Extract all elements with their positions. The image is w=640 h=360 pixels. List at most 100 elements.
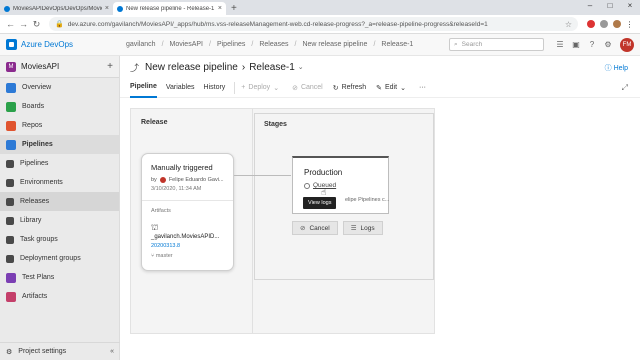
- lock-icon: 🔒: [55, 21, 64, 28]
- plus-icon: +: [241, 84, 246, 91]
- reload-icon[interactable]: ↻: [30, 19, 43, 30]
- sidebar-subitem-task-groups[interactable]: Task groups: [0, 230, 119, 249]
- azure-devops-icon: [6, 39, 17, 50]
- page-title-row: ⤴ New release pipeline › Release-1 ⌄: [120, 56, 640, 78]
- page-title[interactable]: New release pipeline: [145, 62, 238, 73]
- edit-label: Edit: [385, 84, 398, 91]
- user-settings-icon[interactable]: ⚙: [600, 40, 616, 49]
- logs-button[interactable]: ☰ Logs: [342, 221, 383, 235]
- azure-devops-favicon-icon: [4, 5, 10, 12]
- help-link[interactable]: ⓘ Help: [605, 63, 628, 73]
- tab-pipeline[interactable]: Pipeline: [130, 78, 157, 98]
- sidebar-subitem-releases[interactable]: Releases: [0, 192, 119, 211]
- tab-history[interactable]: History: [204, 78, 226, 98]
- minimize-icon[interactable]: –: [580, 0, 600, 13]
- project-settings[interactable]: ⚙ Project settings «: [0, 342, 120, 360]
- sidebar-item-overview[interactable]: Overview: [0, 78, 119, 97]
- sidebar-item-boards[interactable]: Boards: [0, 97, 119, 116]
- browser-tab-release[interactable]: New release pipeline - Release-1 - A ×: [113, 2, 226, 15]
- section-divider: [252, 109, 253, 333]
- bookmark-star-icon[interactable]: ☆: [565, 20, 572, 29]
- sidebar: M MoviesAPI + Overview Boards Repos Pipe…: [0, 56, 120, 360]
- chevron-down-icon: ⌄: [273, 84, 280, 92]
- cancel-release-button[interactable]: ⊘ Cancel: [292, 84, 323, 92]
- breadcrumb-item[interactable]: Pipelines: [217, 41, 245, 48]
- project-selector[interactable]: M MoviesAPI +: [0, 56, 119, 78]
- shopping-bag-icon[interactable]: ▣: [568, 40, 584, 49]
- sidebar-item-label: Environments: [20, 179, 63, 186]
- breadcrumb-item[interactable]: MoviesAPI: [170, 41, 203, 48]
- chevron-down-icon[interactable]: ⌄: [298, 63, 304, 71]
- tab-variables[interactable]: Variables: [166, 78, 195, 98]
- header-icons: ☰ ▣ ? ⚙: [552, 40, 616, 49]
- breadcrumb-item[interactable]: gavilanch: [126, 41, 156, 48]
- avatar[interactable]: FM: [620, 37, 634, 52]
- sidebar-item-label: Pipelines: [22, 141, 53, 148]
- trigger-text: Manually triggered: [151, 163, 213, 172]
- artifact-card[interactable]: Manually triggered by Felipe Eduardo Gav…: [141, 153, 234, 271]
- close-tab-icon[interactable]: ×: [218, 5, 222, 12]
- close-tab-icon[interactable]: ×: [105, 5, 109, 12]
- azure-devops-logo[interactable]: Azure DevOps: [0, 39, 120, 50]
- extension-icon[interactable]: [584, 18, 597, 31]
- add-icon[interactable]: +: [107, 61, 113, 72]
- stage-agent-text: elipe Pipelines c...: [345, 197, 390, 203]
- breadcrumb-item[interactable]: New release pipeline: [302, 41, 367, 48]
- sidebar-item-test-plans[interactable]: Test Plans: [0, 268, 119, 287]
- refresh-button[interactable]: ↻ Refresh: [333, 84, 366, 92]
- stages-section-title: Stages: [264, 121, 287, 128]
- breadcrumb-item[interactable]: Release-1: [381, 41, 413, 48]
- browser-tab-devops[interactable]: MoviesAPIDevOps/DevOps/MoviesAPI.Te ×: [0, 2, 113, 15]
- search-input[interactable]: ⌕ Search: [449, 38, 544, 51]
- edit-button[interactable]: ✎ Edit ⌄: [376, 84, 409, 92]
- search-placeholder: Search: [461, 41, 483, 48]
- logs-icon: ☰: [350, 225, 357, 232]
- close-window-icon[interactable]: ×: [620, 0, 640, 13]
- maximize-icon[interactable]: □: [600, 0, 620, 13]
- sidebar-subitem-deployment-groups[interactable]: Deployment groups: [0, 249, 119, 268]
- forward-icon[interactable]: →: [17, 19, 30, 29]
- build-artifact-icon: ⛫: [151, 223, 159, 232]
- main-content: ⤴ New release pipeline › Release-1 ⌄ ⓘ H…: [120, 56, 640, 360]
- sidebar-item-pipelines[interactable]: Pipelines: [0, 135, 119, 154]
- breadcrumb-separator: /: [161, 41, 164, 48]
- pipeline-icon: [6, 159, 14, 168]
- help-icon[interactable]: ?: [584, 40, 600, 49]
- collapse-sidebar-icon[interactable]: «: [110, 348, 114, 355]
- deploy-button[interactable]: + Deploy ⌄: [241, 84, 282, 92]
- sidebar-item-label: Repos: [22, 122, 43, 129]
- chevron-down-icon: ⌄: [400, 84, 406, 92]
- deployment-groups-icon: [6, 254, 14, 263]
- new-tab-icon[interactable]: +: [231, 3, 237, 14]
- extension-icon[interactable]: [597, 18, 610, 31]
- sidebar-item-repos[interactable]: Repos: [0, 116, 119, 135]
- breadcrumb-separator: /: [251, 41, 254, 48]
- profile-icon[interactable]: [610, 18, 623, 31]
- breadcrumb-item[interactable]: Releases: [259, 41, 288, 48]
- project-badge: M: [6, 61, 16, 72]
- pipeline-canvas: Release Stages Manually triggered by Fel…: [130, 108, 435, 334]
- sidebar-item-label: Boards: [22, 103, 45, 110]
- cancel-stage-button[interactable]: ⊘ Cancel: [292, 221, 338, 235]
- artifact-name[interactable]: _gavilanch.MoviesAPID...: [151, 234, 219, 240]
- search-icon: ⌕: [454, 40, 458, 48]
- more-actions-icon[interactable]: ···: [419, 84, 426, 91]
- fullscreen-icon[interactable]: ⤢: [622, 83, 628, 93]
- menu-icon[interactable]: ⋮: [623, 18, 636, 31]
- list-icon[interactable]: ☰: [552, 40, 568, 49]
- artifact-version-link[interactable]: 20200313.8: [151, 243, 180, 249]
- sidebar-item-artifacts[interactable]: Artifacts: [0, 287, 119, 306]
- overview-icon: [6, 82, 16, 93]
- sidebar-item-label: Deployment groups: [20, 255, 81, 262]
- sidebar-item-label: Overview: [22, 84, 52, 91]
- stage-connector: [234, 175, 291, 176]
- sidebar-subitem-pipelines[interactable]: Pipelines: [0, 154, 119, 173]
- url-field[interactable]: 🔒 dev.azure.com/gavilanch/MoviesAPI/_app…: [49, 17, 578, 31]
- sidebar-subitem-environments[interactable]: Environments: [0, 173, 119, 192]
- release-toolbar: Pipeline Variables History + Deploy ⌄ ⊘ Can…: [120, 78, 640, 98]
- release-name[interactable]: Release-1: [249, 62, 295, 73]
- logs-label: Logs: [360, 224, 375, 232]
- sidebar-subitem-library[interactable]: Library: [0, 211, 119, 230]
- artifacts-label: Artifacts: [151, 208, 171, 214]
- back-icon[interactable]: ←: [4, 19, 17, 29]
